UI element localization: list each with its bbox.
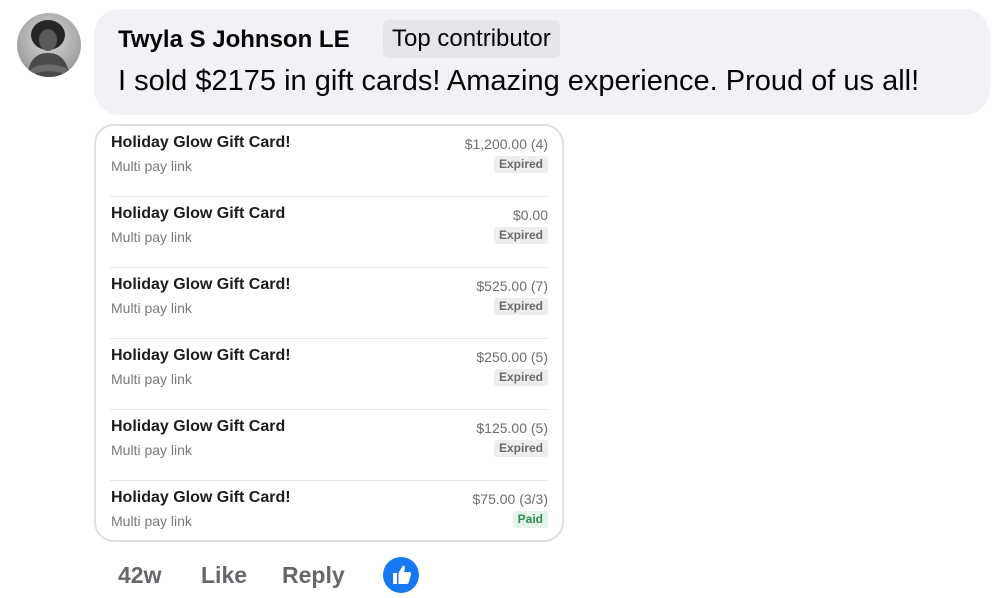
- gift-card-title: Holiday Glow Gift Card!: [111, 276, 291, 293]
- status-badge: Expired: [493, 369, 548, 386]
- list-item: Holiday Glow Gift Card! Multi pay link $…: [96, 481, 562, 540]
- list-item: Holiday Glow Gift Card! Multi pay link $…: [96, 339, 562, 410]
- gift-card-amount: $75.00 (3/3): [472, 491, 549, 507]
- status-badge: Expired: [493, 156, 548, 173]
- gift-card-title: Holiday Glow Gift Card: [111, 205, 286, 222]
- gift-card-amount: $0.00: [512, 207, 548, 223]
- gift-card-subtitle: Multi pay link: [111, 371, 192, 387]
- comment-author[interactable]: Twyla S Johnson LE: [118, 26, 350, 54]
- avatar[interactable]: [17, 13, 81, 77]
- list-item: Holiday Glow Gift Card! Multi pay link $…: [96, 126, 562, 197]
- top-contributor-badge: Top contributor: [383, 20, 560, 58]
- list-item: Holiday Glow Gift Card! Multi pay link $…: [96, 268, 562, 339]
- status-badge: Paid: [512, 511, 548, 528]
- gift-card-amount: $1,200.00 (4): [464, 136, 548, 152]
- gift-card-amount: $125.00 (5): [476, 420, 548, 436]
- gift-card-subtitle: Multi pay link: [111, 158, 192, 174]
- gift-card-title: Holiday Glow Gift Card!: [111, 489, 291, 506]
- gift-card-subtitle: Multi pay link: [111, 442, 192, 458]
- gift-card-title: Holiday Glow Gift Card: [111, 418, 286, 435]
- thumbs-up-icon[interactable]: [383, 557, 419, 593]
- comment-text: I sold $2175 in gift cards! Amazing expe…: [118, 65, 920, 97]
- status-badge: Expired: [493, 227, 548, 244]
- status-badge: Expired: [493, 298, 548, 315]
- attached-image[interactable]: Holiday Glow Gift Card! Multi pay link $…: [94, 124, 564, 542]
- gift-card-subtitle: Multi pay link: [111, 513, 192, 529]
- gift-card-amount: $250.00 (5): [476, 349, 548, 365]
- comment-bubble: Twyla S Johnson LE Top contributor I sol…: [94, 9, 990, 115]
- comment-timestamp[interactable]: 42w: [118, 562, 161, 589]
- reply-button[interactable]: Reply: [282, 562, 345, 589]
- list-item: Holiday Glow Gift Card Multi pay link $0…: [96, 197, 562, 268]
- gift-card-title: Holiday Glow Gift Card!: [111, 347, 291, 364]
- gift-card-amount: $525.00 (7): [476, 278, 548, 294]
- gift-card-subtitle: Multi pay link: [111, 300, 192, 316]
- status-badge: Expired: [493, 440, 548, 457]
- gift-card-subtitle: Multi pay link: [111, 229, 192, 245]
- list-item: Holiday Glow Gift Card Multi pay link $1…: [96, 410, 562, 481]
- avatar-image: [17, 13, 81, 77]
- gift-card-title: Holiday Glow Gift Card!: [111, 134, 291, 151]
- like-button[interactable]: Like: [201, 562, 247, 589]
